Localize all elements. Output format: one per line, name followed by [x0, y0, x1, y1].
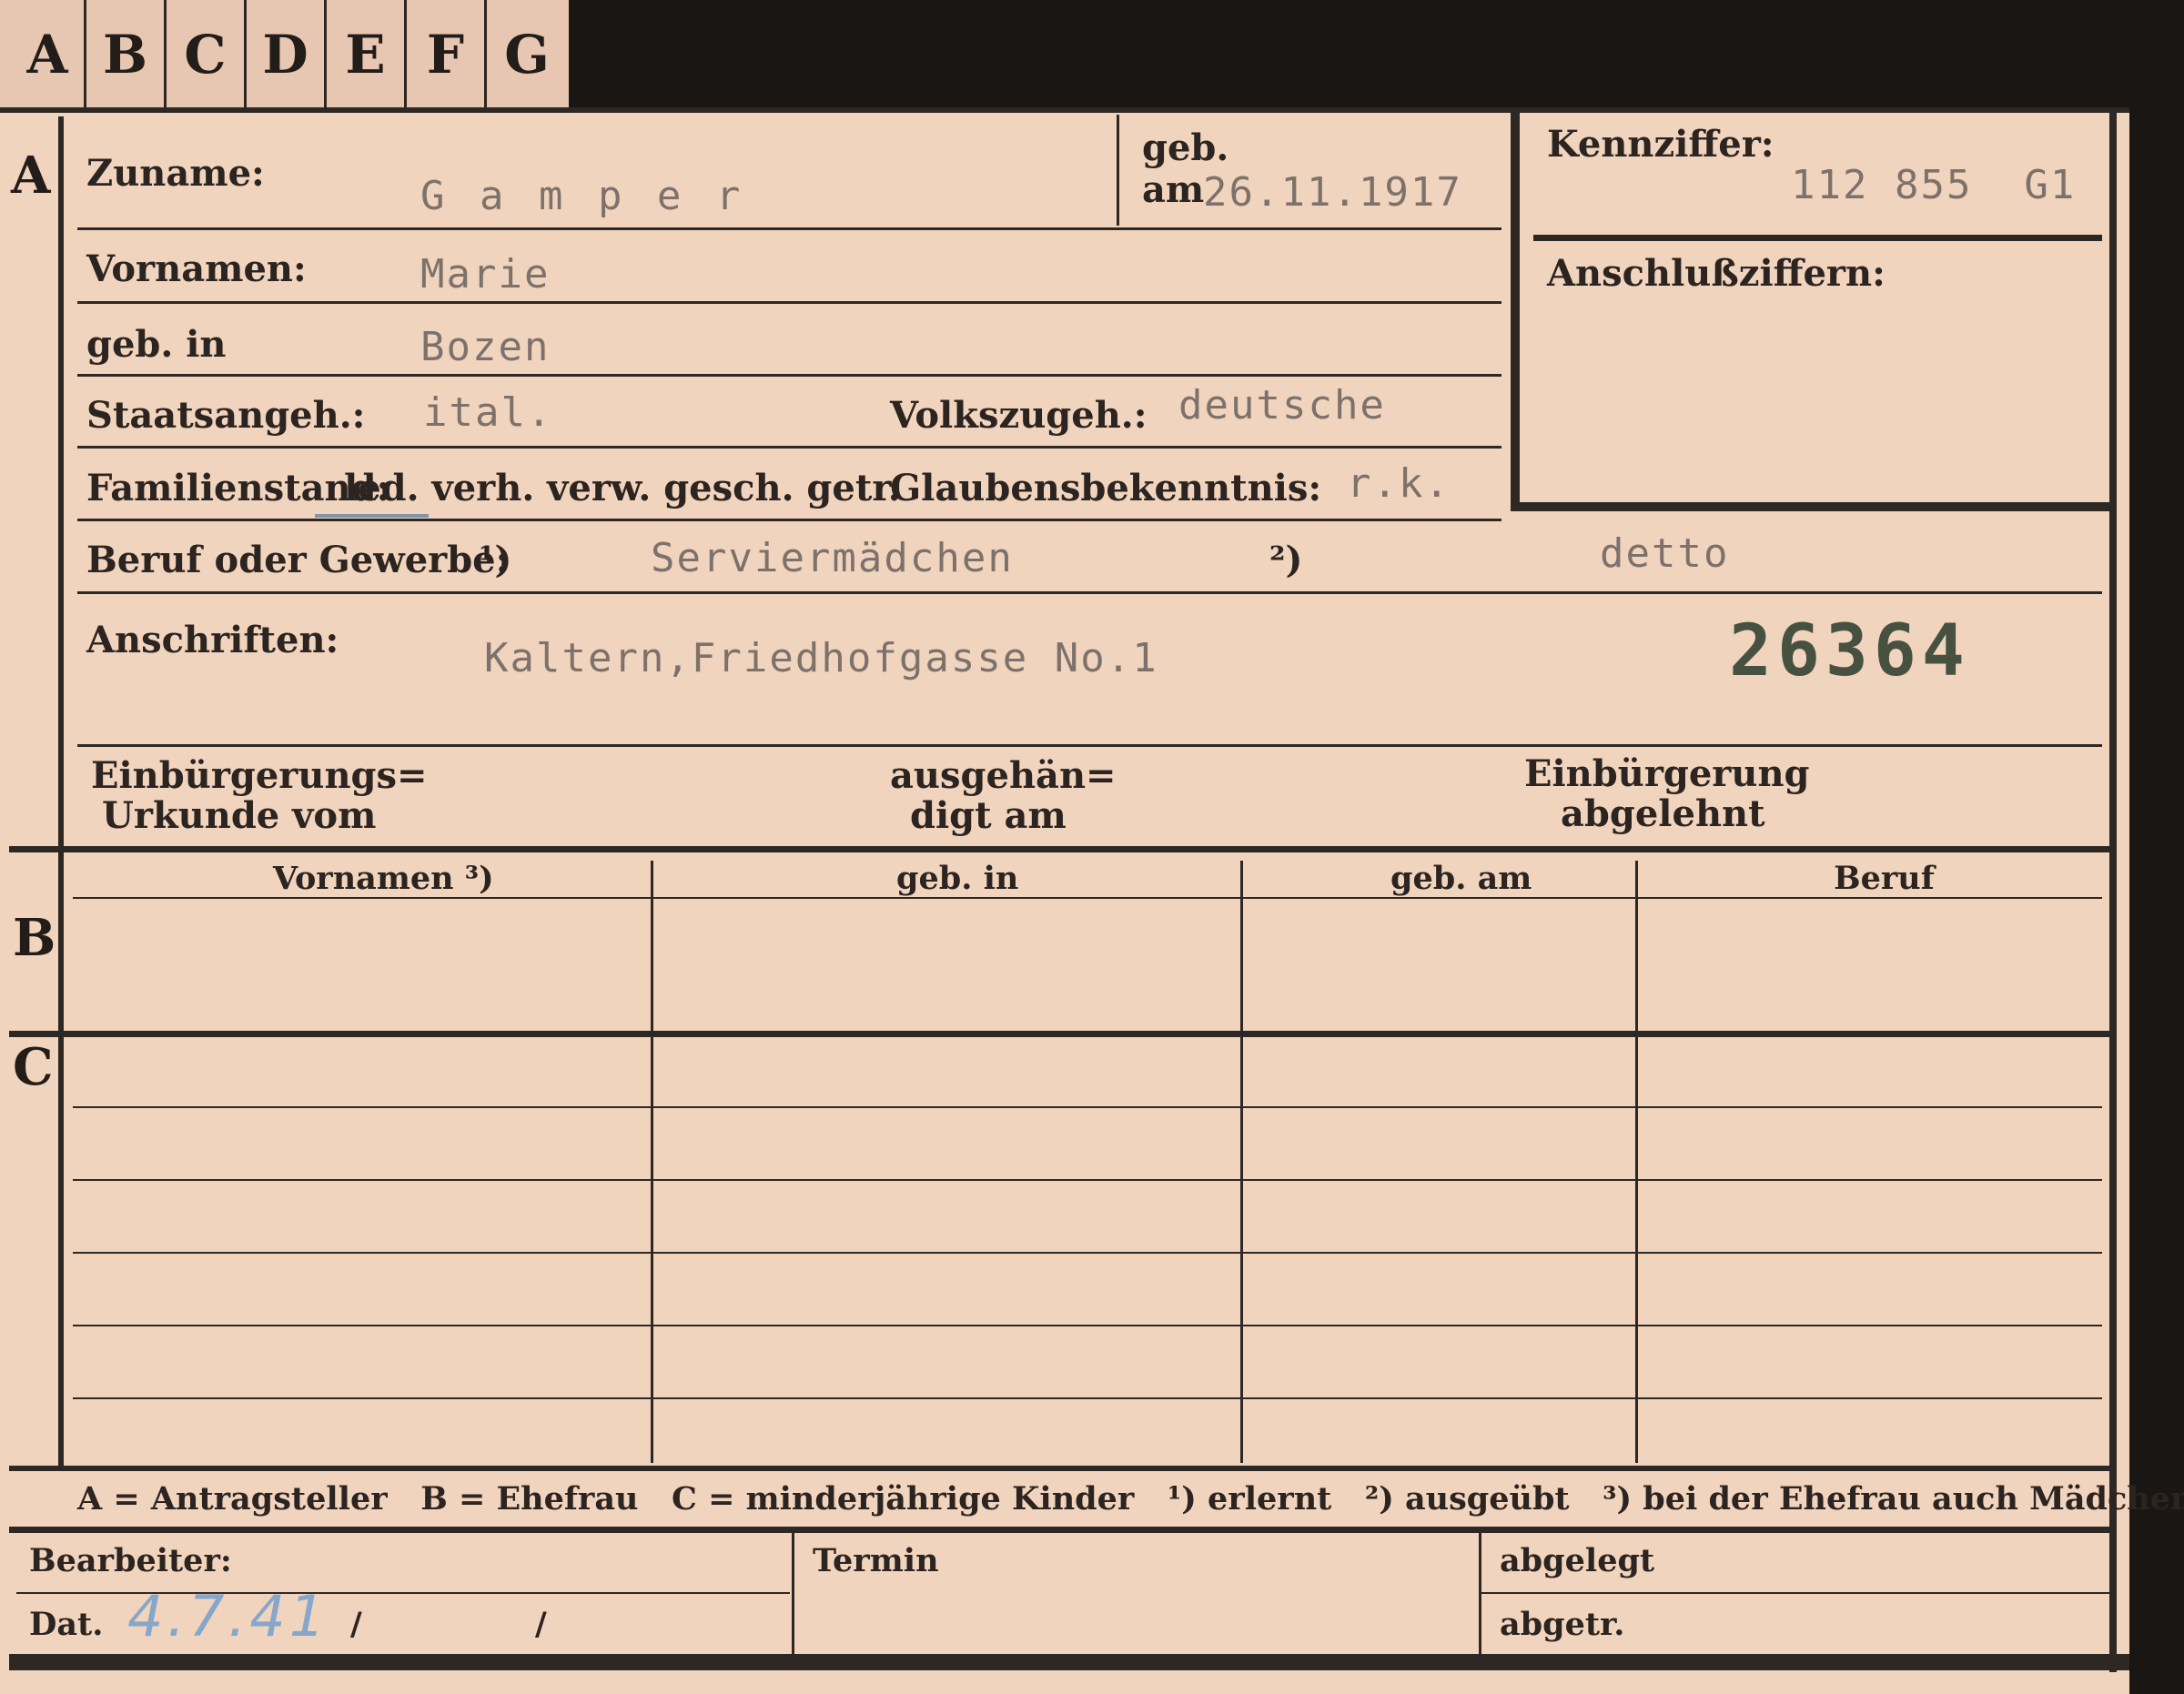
- dat-label: Dat.: [29, 1606, 104, 1643]
- tab-e[interactable]: E: [327, 0, 407, 109]
- index-tabs: A B C D E F G: [0, 0, 569, 109]
- gebin-value[interactable]: Bozen: [420, 324, 550, 370]
- footer-row-line-right: [1481, 1592, 2109, 1594]
- tab-b[interactable]: B: [86, 0, 167, 109]
- tab-f[interactable]: F: [407, 0, 487, 109]
- einbuergerungsurkunde-label-2: Urkunde vom: [102, 794, 377, 837]
- einbuergerung-abgelehnt-label-2: abgelehnt: [1561, 792, 1765, 835]
- table-c-row-line-5: [73, 1397, 2102, 1399]
- dat-separator-2: /: [535, 1606, 547, 1643]
- anschlussziffern-label: Anschlußziffern:: [1547, 252, 1886, 295]
- section-a-letter: A: [11, 146, 51, 206]
- table-header-line: [73, 897, 2102, 899]
- staatsangeh-value[interactable]: ital.: [423, 389, 552, 436]
- row-line-7: [77, 744, 2102, 747]
- card-bottom-border: [9, 1654, 2129, 1670]
- kennziffer-label: Kennziffer:: [1547, 123, 1774, 166]
- table-c-row-line-2: [73, 1179, 2102, 1181]
- geb-am-value[interactable]: 26.11.1917: [1203, 169, 1462, 216]
- glaubensbekenntnis-value[interactable]: r.k.: [1347, 460, 1451, 507]
- kennziffer-value[interactable]: 112 855 G1: [1791, 162, 2076, 208]
- familienstand-underline-mark: [315, 514, 429, 518]
- dat-separator-1: /: [350, 1606, 362, 1643]
- section-c-top-border: [9, 1031, 2116, 1037]
- table-c-row-line-3: [73, 1252, 2102, 1254]
- legend-top-border: [9, 1466, 2116, 1471]
- row-line-4: [77, 446, 1502, 449]
- tab-d[interactable]: D: [247, 0, 327, 109]
- footer-divider-2: [1479, 1531, 1481, 1670]
- abgetr-label: abgetr.: [1500, 1606, 1625, 1643]
- beruf-value-ausgeuebt[interactable]: detto: [1600, 530, 1729, 577]
- registration-card: A B C Zuname: G a m p e r geb. am 26.11.…: [0, 107, 2184, 1694]
- kennziffer-divider: [1533, 235, 2102, 241]
- ausgehaendigt-label-2: digt am: [910, 794, 1067, 837]
- row-line-2: [77, 301, 1502, 304]
- table-header-beruf: Beruf: [1834, 860, 1935, 897]
- ausgehaendigt-label-1: ausgehän=: [890, 754, 1117, 797]
- abgelegt-label: abgelegt: [1500, 1542, 1655, 1579]
- bearbeiter-label: Bearbeiter:: [29, 1542, 232, 1579]
- vornamen-value[interactable]: Marie: [420, 251, 550, 297]
- staatsangeh-label: Staatsangeh.:: [86, 394, 366, 437]
- glaubensbekenntnis-label: Glaubensbekenntnis:: [890, 467, 1322, 509]
- beruf-footnote-1: ¹): [479, 539, 512, 581]
- section-divider-vertical: [58, 116, 64, 1467]
- familienstand-options: led. verh. verw. gesch. getr.: [344, 467, 901, 509]
- volkszugeh-label: Volkszugeh.:: [890, 394, 1148, 437]
- row-line-1: [77, 227, 1502, 230]
- legend-text: A = Antragsteller B = Ehefrau C = minder…: [77, 1480, 2184, 1518]
- geb-divider: [1117, 115, 1119, 226]
- zuname-label: Zuname:: [86, 152, 265, 195]
- gebin-label: geb. in: [86, 323, 227, 366]
- zuname-value[interactable]: G a m p e r: [420, 173, 745, 219]
- section-c-letter: C: [13, 1037, 54, 1097]
- beruf-value-erlernt[interactable]: Serviermädchen: [651, 535, 1014, 581]
- beruf-label: Beruf oder Gewerbe:: [86, 539, 510, 581]
- section-b-top-border: [9, 846, 2116, 852]
- row-line-3: [77, 374, 1502, 377]
- einbuergerungsurkunde-label-1: Einbürgerungs=: [91, 754, 428, 797]
- footer-divider-1: [792, 1531, 794, 1670]
- tab-g[interactable]: G: [487, 0, 567, 109]
- tab-c[interactable]: C: [167, 0, 247, 109]
- legend-bottom-border: [9, 1527, 2116, 1533]
- termin-label: Termin: [813, 1542, 939, 1579]
- table-col-divider-1: [651, 861, 653, 1463]
- stamped-number: 26364: [1729, 610, 1970, 692]
- table-col-divider-3: [1635, 861, 1638, 1463]
- dat-handwritten-value: 4.7.41: [127, 1583, 329, 1649]
- vornamen-label: Vornamen:: [86, 247, 307, 290]
- table-c-row-line-4: [73, 1325, 2102, 1326]
- volkszugeh-value[interactable]: deutsche: [1178, 382, 1386, 429]
- geb-am-label: am: [1142, 168, 1205, 211]
- tab-a[interactable]: A: [11, 0, 86, 109]
- table-col-divider-2: [1240, 861, 1243, 1463]
- table-header-gebam: geb. am: [1390, 860, 1532, 897]
- row-line-5: [77, 519, 1502, 521]
- geb-label: geb.: [1142, 126, 1229, 169]
- einbuergerung-abgelehnt-label-1: Einbürgerung: [1524, 752, 1810, 795]
- beruf-footnote-2: ²): [1269, 539, 1303, 581]
- table-c-row-line-1: [73, 1106, 2102, 1108]
- section-b-letter: B: [13, 908, 56, 968]
- table-header-gebin: geb. in: [896, 860, 1019, 897]
- anschriften-value[interactable]: Kaltern,Friedhofgasse No.1: [484, 635, 1158, 681]
- table-header-vornamen: Vornamen ³): [273, 860, 494, 897]
- anschriften-label: Anschriften:: [86, 619, 339, 661]
- row-line-6: [77, 591, 2102, 594]
